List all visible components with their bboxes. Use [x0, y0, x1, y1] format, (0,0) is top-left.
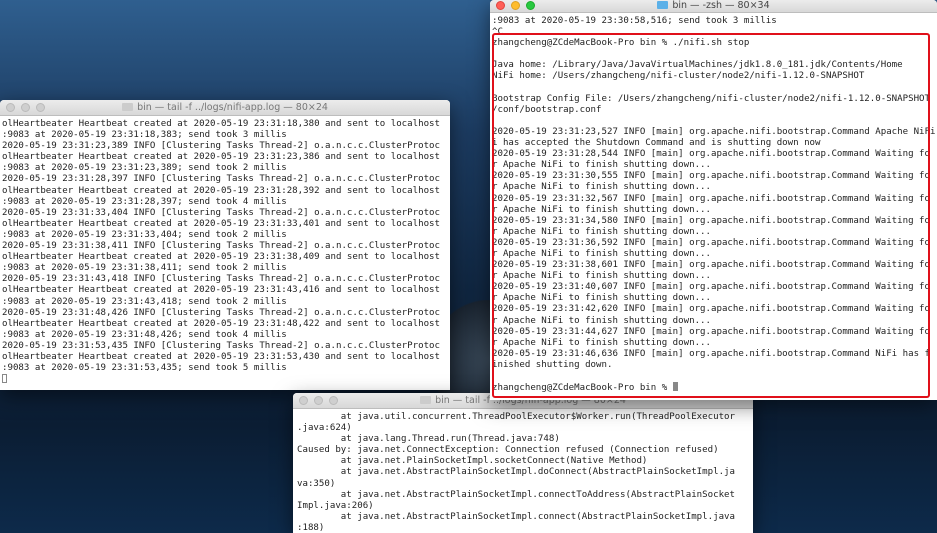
terminal-line: 2020-05-19 23:31:28,544 INFO [main] org.…: [492, 149, 930, 160]
cursor: [672, 382, 678, 392]
terminal-output[interactable]: olHeartbeater Heartbeat created at 2020-…: [0, 116, 450, 385]
terminal-line: 2020-05-19 23:31:44,627 INFO [main] org.…: [492, 326, 930, 337]
terminal-line: .java:624): [297, 423, 352, 434]
terminal-window-zsh[interactable]: bin — -zsh — 80×34 :9083 at 2020-05-19 2…: [490, 0, 937, 400]
terminal-line: at java.net.AbstractPlainSocketImpl.doCo…: [297, 467, 735, 478]
terminal-line: 2020-05-19 23:31:38,601 INFO [main] org.…: [492, 260, 930, 271]
zoom-button[interactable]: [526, 1, 535, 10]
terminal-line: olHeartbeater Heartbeat created at 2020-…: [2, 218, 440, 229]
terminal-output[interactable]: at java.util.concurrent.ThreadPoolExecut…: [293, 409, 753, 533]
window-title: bin — -zsh — 80×34: [672, 0, 770, 11]
prompt: zhangcheng@ZCdeMacBook-Pro bin %: [492, 383, 673, 394]
terminal-line: 2020-05-19 23:31:28,397 INFO [Clustering…: [2, 174, 440, 185]
terminal-line: 2020-05-19 23:31:34,580 INFO [main] org.…: [492, 215, 930, 226]
terminal-line: at java.net.AbstractPlainSocketImpl.conn…: [297, 511, 735, 522]
terminal-line: 2020-05-19 23:31:32,567 INFO [main] org.…: [492, 193, 930, 204]
terminal-line: 2020-05-19 23:31:48,426 INFO [Clustering…: [2, 307, 440, 318]
terminal-line: r Apache NiFi to finish shutting down...: [492, 271, 711, 282]
terminal-line: :9083 at 2020-05-19 23:31:18,383; send t…: [2, 130, 287, 141]
terminal-line: olHeartbeater Heartbeat created at 2020-…: [2, 252, 440, 263]
terminal-line: 2020-05-19 23:31:38,411 INFO [Clustering…: [2, 241, 440, 252]
zoom-button[interactable]: [329, 396, 338, 405]
terminal-line: 2020-05-19 23:31:23,527 INFO [main] org.…: [492, 126, 936, 137]
terminal-line: at java.util.concurrent.ThreadPoolExecut…: [297, 412, 735, 422]
terminal-line: Impl.java:206): [297, 500, 374, 511]
close-button[interactable]: [6, 103, 15, 112]
terminal-line: r Apache NiFi to finish shutting down...: [492, 204, 711, 215]
terminal-line: inished shutting down.: [492, 359, 613, 370]
terminal-line: 2020-05-19 23:31:46,636 INFO [main] org.…: [492, 348, 930, 359]
terminal-line: r Apache NiFi to finish shutting down...: [492, 337, 711, 348]
terminal-output[interactable]: :9083 at 2020-05-19 23:30:58,516; send t…: [490, 13, 937, 393]
terminal-line: Bootstrap Config File: /Users/zhangcheng…: [492, 93, 930, 104]
terminal-line: olHeartbeater Heartbeat created at 2020-…: [2, 351, 440, 362]
window-title: bin — tail -f ../logs/nifi-app.log — 80×…: [137, 102, 328, 113]
terminal-line: r Apache NiFi to finish shutting down...: [492, 248, 711, 259]
terminal-line: at java.net.AbstractPlainSocketImpl.conn…: [297, 489, 735, 500]
terminal-window-tail-2[interactable]: bin — tail -f ../logs/nifi-app.log — 80×…: [293, 393, 753, 533]
terminal-line: :188): [297, 522, 325, 533]
terminal-line: NiFi home: /Users/zhangcheng/nifi-cluste…: [492, 71, 865, 82]
zoom-button[interactable]: [36, 103, 45, 112]
title-bar[interactable]: bin — -zsh — 80×34: [490, 0, 937, 13]
terminal-line: Java home: /Library/Java/JavaVirtualMach…: [492, 60, 903, 71]
terminal-line: r Apache NiFi to finish shutting down...: [492, 226, 711, 237]
terminal-line: r Apache NiFi to finish shutting down...: [492, 315, 711, 326]
title-bar[interactable]: bin — tail -f ../logs/nifi-app.log — 80×…: [0, 100, 450, 116]
terminal-line: :9083 at 2020-05-19 23:31:43,418; send t…: [2, 296, 287, 307]
minimize-button[interactable]: [511, 1, 520, 10]
terminal-line: olHeartbeater Heartbeat created at 2020-…: [2, 285, 440, 296]
terminal-line: 2020-05-19 23:31:40,607 INFO [main] org.…: [492, 282, 930, 293]
terminal-line: olHeartbeater Heartbeat created at 2020-…: [2, 119, 440, 129]
terminal-line: r Apache NiFi to finish shutting down...: [492, 293, 711, 304]
prompt-line[interactable]: zhangcheng@ZCdeMacBook-Pro bin %: [492, 382, 937, 393]
terminal-line: 2020-05-19 23:31:43,418 INFO [Clustering…: [2, 274, 440, 285]
terminal-line: olHeartbeater Heartbeat created at 2020-…: [2, 152, 440, 163]
terminal-line: :9083 at 2020-05-19 23:31:48,426; send t…: [2, 329, 287, 340]
terminal-line: :9083 at 2020-05-19 23:31:38,411; send t…: [2, 263, 287, 274]
terminal-line: 2020-05-19 23:31:53,435 INFO [Clustering…: [2, 340, 440, 351]
folder-icon: [420, 396, 432, 404]
terminal-line: :9083 at 2020-05-19 23:31:53,435; send t…: [2, 363, 287, 374]
terminal-line: :9083 at 2020-05-19 23:31:28,397; send t…: [2, 196, 287, 207]
terminal-line: olHeartbeater Heartbeat created at 2020-…: [2, 185, 440, 196]
terminal-line: Caused by: java.net.ConnectException: Co…: [297, 445, 719, 456]
terminal-line: 2020-05-19 23:31:42,620 INFO [main] org.…: [492, 304, 930, 315]
terminal-line: at java.net.PlainSocketImpl.socketConnec…: [297, 456, 648, 467]
terminal-line: :9083 at 2020-05-19 23:31:33,404; send t…: [2, 229, 287, 240]
folder-icon: [657, 1, 669, 9]
terminal-line: zhangcheng@ZCdeMacBook-Pro bin % ./nifi.…: [492, 38, 750, 49]
terminal-line: 2020-05-19 23:31:30,555 INFO [main] org.…: [492, 171, 930, 182]
terminal-line: :9083 at 2020-05-19 23:30:58,516; send t…: [492, 16, 777, 26]
minimize-button[interactable]: [21, 103, 30, 112]
cursor: [2, 374, 7, 384]
terminal-line: r Apache NiFi to finish shutting down...: [492, 160, 711, 171]
terminal-window-tail-1[interactable]: bin — tail -f ../logs/nifi-app.log — 80×…: [0, 100, 450, 390]
minimize-button[interactable]: [314, 396, 323, 405]
close-button[interactable]: [299, 396, 308, 405]
terminal-line: r Apache NiFi to finish shutting down...: [492, 182, 711, 193]
close-button[interactable]: [496, 1, 505, 10]
terminal-line: ^C: [492, 27, 503, 38]
terminal-line: i has accepted the Shutdown Command and …: [492, 138, 821, 149]
terminal-line: 2020-05-19 23:31:33,404 INFO [Clustering…: [2, 207, 440, 218]
folder-icon: [122, 103, 134, 111]
terminal-line: 2020-05-19 23:31:23,389 INFO [Clustering…: [2, 141, 440, 152]
terminal-line: /conf/bootstrap.conf: [492, 104, 602, 115]
terminal-line: olHeartbeater Heartbeat created at 2020-…: [2, 318, 440, 329]
terminal-line: :9083 at 2020-05-19 23:31:23,389; send t…: [2, 163, 287, 174]
terminal-line: 2020-05-19 23:31:36,592 INFO [main] org.…: [492, 237, 930, 248]
terminal-line: at java.lang.Thread.run(Thread.java:748): [297, 434, 560, 445]
terminal-line: va:350): [297, 478, 336, 489]
